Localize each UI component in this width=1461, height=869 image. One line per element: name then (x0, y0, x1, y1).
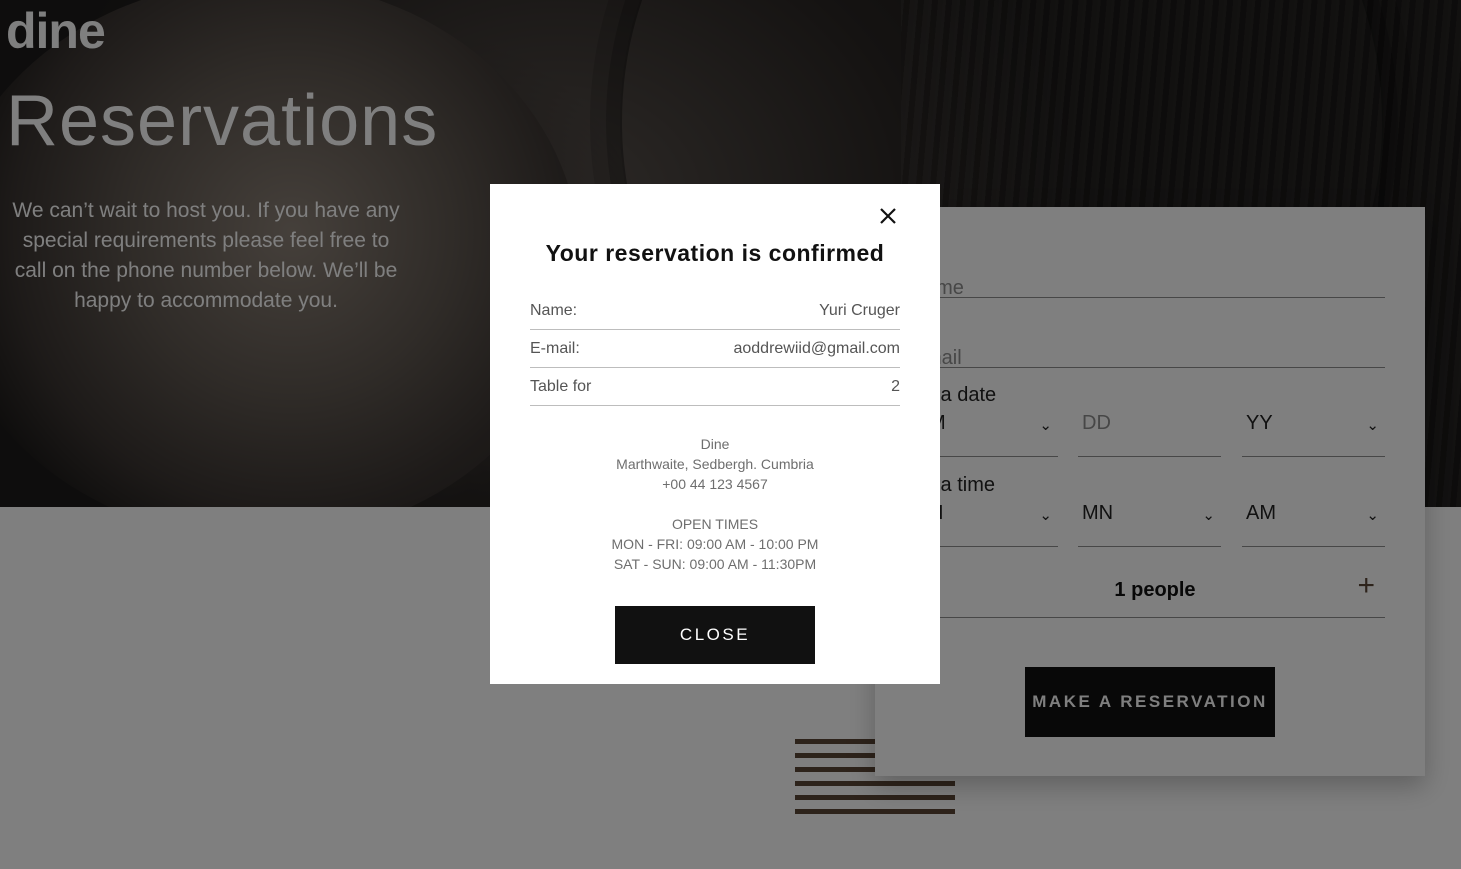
restaurant-name: Dine (700, 436, 730, 452)
close-icon[interactable] (876, 204, 900, 228)
open-times-weekdays: MON - FRI: 09:00 AM - 10:00 PM (611, 536, 819, 552)
row-label: Name: (530, 302, 578, 319)
modal-title: Your reservation is confirmed (545, 240, 885, 266)
open-times-heading: OPEN TIMES (671, 516, 759, 532)
open-times-weekend: SAT - SUN: 09:00 AM - 11:30PM (613, 556, 817, 572)
summary-row-name: Name: Yuri Cruger (530, 292, 900, 330)
close-button[interactable]: CLOSE (615, 606, 815, 664)
row-value: Yuri Cruger (819, 302, 900, 319)
row-value: 2 (891, 378, 900, 395)
open-times: OPEN TIMES MON - FRI: 09:00 AM - 10:00 P… (490, 514, 940, 574)
summary-row-table: Table for 2 (530, 368, 900, 406)
restaurant-phone: +00 44 123 4567 (662, 476, 768, 492)
summary-row-email: E-mail: aoddrewiid@gmail.com (530, 330, 900, 368)
restaurant-address: Marthwaite, Sedbergh. Cumbria (616, 456, 814, 472)
restaurant-info: Dine Marthwaite, Sedbergh. Cumbria +00 4… (490, 434, 940, 494)
row-value: aoddrewiid@gmail.com (733, 340, 900, 357)
row-label: E-mail: (530, 340, 580, 357)
row-label: Table for (530, 378, 592, 395)
confirmation-modal: Your reservation is confirmed Name: Yuri… (490, 184, 940, 684)
